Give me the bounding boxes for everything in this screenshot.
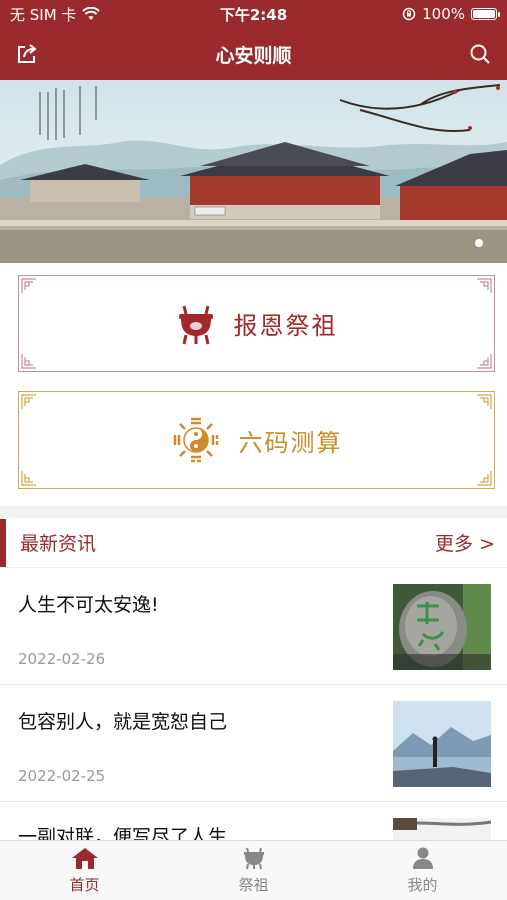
nav-bar: 心安则顺 xyxy=(0,28,507,80)
ancestor-worship-label: 报恩祭祖 xyxy=(233,312,338,340)
corner-ornament-icon xyxy=(477,471,492,486)
page-title: 心安则顺 xyxy=(215,44,292,67)
battery-label: 100% xyxy=(422,5,465,23)
share-icon[interactable] xyxy=(14,41,40,67)
tab-home[interactable]: 首页 xyxy=(0,841,169,900)
six-code-calculation-card[interactable]: 六码测算 xyxy=(18,391,495,489)
corner-ornament-icon xyxy=(477,394,492,409)
wifi-icon xyxy=(82,7,101,20)
more-link[interactable]: 更多 > xyxy=(435,529,495,556)
user-icon xyxy=(412,847,433,869)
temple-landscape-image xyxy=(0,80,507,263)
ancestor-worship-card[interactable]: 报恩祭祖 xyxy=(18,275,495,372)
news-item-date: 2022-02-25 xyxy=(18,767,106,785)
corner-ornament-icon xyxy=(21,278,36,293)
news-item-title: 人生不可太安逸! xyxy=(18,594,159,616)
tab-worship[interactable]: 祭祖 xyxy=(169,841,338,900)
corner-ornament-icon xyxy=(477,278,492,293)
news-item-title: 包容别人，就是宽恕自己 xyxy=(18,711,228,733)
news-item[interactable]: 一副对联，便写尽了人生 xyxy=(0,802,507,840)
carrier-label: 无 SIM 卡 xyxy=(10,5,77,24)
taiji-bagua-icon xyxy=(173,417,218,463)
tab-profile-label: 我的 xyxy=(407,876,438,894)
banner-carousel[interactable] xyxy=(0,80,507,263)
news-section: 最新资讯 更多 > 人生不可太安逸! 2022-02-26 包容别人，就是宽恕自… xyxy=(0,518,507,840)
news-item-thumbnail xyxy=(393,701,491,787)
ink-painting-image xyxy=(393,818,491,840)
top-bar: 无 SIM 卡 下午2:48 100% 心安则顺 xyxy=(0,0,507,80)
status-bar: 无 SIM 卡 下午2:48 100% xyxy=(0,0,507,28)
six-code-calculation-label: 六码测算 xyxy=(238,428,343,457)
corner-ornament-icon xyxy=(21,354,36,369)
tab-home-label: 首页 xyxy=(69,876,100,894)
carousel-dot[interactable] xyxy=(475,239,483,247)
home-icon xyxy=(71,848,98,869)
incense-burner-icon xyxy=(178,305,213,344)
status-right: 100% xyxy=(347,5,500,23)
news-item-title: 一副对联，便写尽了人生 xyxy=(18,826,228,840)
lake-view-image xyxy=(393,701,491,787)
search-icon[interactable] xyxy=(467,41,493,67)
incense-burner-icon xyxy=(243,847,264,870)
battery-icon xyxy=(471,8,500,20)
stone-carving-image xyxy=(393,584,491,670)
news-header: 最新资讯 更多 > xyxy=(0,518,507,568)
news-item-thumbnail xyxy=(393,584,491,670)
tab-bar: 首页 祭祖 我的 xyxy=(0,840,507,900)
corner-ornament-icon xyxy=(477,354,492,369)
section-accent-bar xyxy=(0,518,6,567)
news-item-thumbnail xyxy=(393,818,491,840)
corner-ornament-icon xyxy=(21,471,36,486)
news-title: 最新资讯 xyxy=(0,518,97,567)
news-item[interactable]: 包容别人，就是宽恕自己 2022-02-25 xyxy=(0,685,507,802)
news-item-date: 2022-02-26 xyxy=(18,650,106,668)
tab-profile[interactable]: 我的 xyxy=(338,841,507,900)
corner-ornament-icon xyxy=(21,394,36,409)
news-title-label: 最新资讯 xyxy=(20,533,97,555)
rotation-lock-icon xyxy=(402,7,416,21)
feature-cards: 报恩祭祖 六码测算 xyxy=(0,263,507,506)
news-item[interactable]: 人生不可太安逸! 2022-02-26 xyxy=(0,568,507,685)
status-time: 下午2:48 xyxy=(219,5,288,24)
status-left: 无 SIM 卡 xyxy=(10,4,160,25)
tab-worship-label: 祭祖 xyxy=(238,876,269,894)
